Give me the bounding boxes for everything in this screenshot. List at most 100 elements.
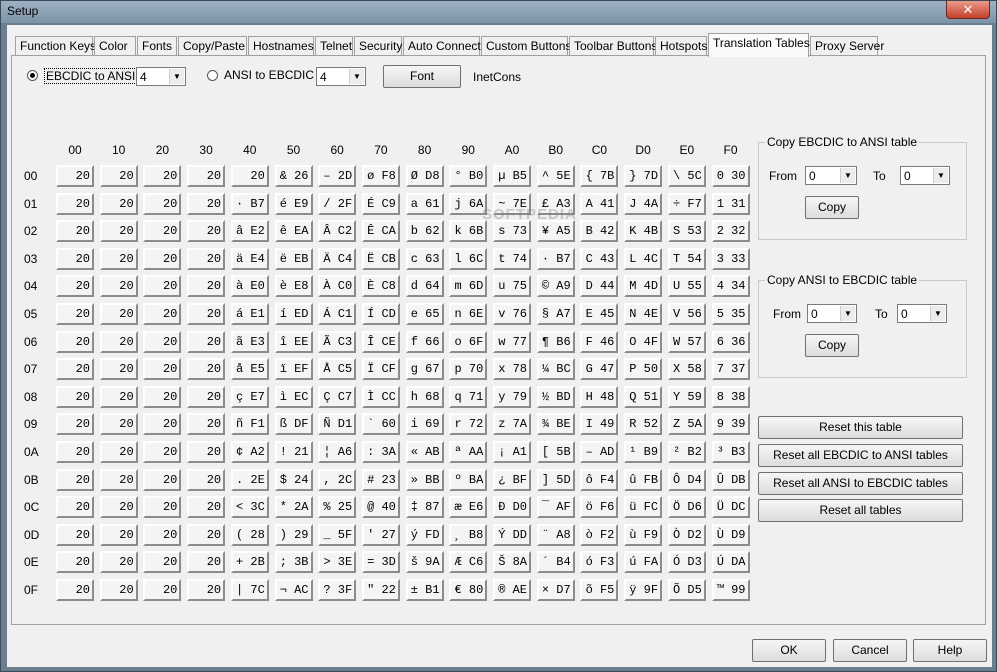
translation-cell[interactable]: s 73	[493, 220, 531, 243]
translation-cell[interactable]: 20	[143, 192, 182, 215]
reset-all-ebcdic-to-ansi-tables-button[interactable]: Reset all EBCDIC to ANSI tables	[758, 443, 963, 467]
translation-cell[interactable]: X 58	[667, 358, 706, 381]
translation-cell[interactable]: 20	[143, 330, 182, 353]
translation-cell[interactable]: v 76	[493, 303, 531, 325]
translation-cell[interactable]: ö F6	[580, 496, 619, 519]
translation-cell[interactable]: Ö D6	[667, 496, 706, 519]
translation-cell[interactable]: 20	[99, 358, 138, 381]
translation-cell[interactable]: V 56	[667, 303, 706, 325]
translation-cell[interactable]: 20	[143, 358, 182, 381]
translation-cell[interactable]: O 4F	[624, 330, 663, 353]
translation-cell[interactable]: Ã C3	[318, 330, 357, 353]
translation-cell[interactable]: 6 36	[711, 330, 750, 353]
tab-copy-paste[interactable]: Copy/Paste	[178, 36, 247, 56]
translation-cell[interactable]: Á C1	[318, 303, 357, 325]
translation-cell[interactable]: x 78	[493, 358, 531, 381]
translation-cell[interactable]: © A9	[536, 275, 575, 298]
translation-cell[interactable]: õ F5	[580, 579, 619, 601]
translation-cell[interactable]: ® AE	[493, 579, 531, 601]
translation-cell[interactable]: 20	[187, 496, 226, 519]
translation-cell[interactable]: 20	[99, 192, 138, 215]
translation-cell[interactable]: ^ 5E	[536, 165, 575, 187]
translation-cell[interactable]: Â C2	[318, 220, 357, 243]
translation-cell[interactable]: · B7	[230, 192, 269, 215]
translation-cell[interactable]: 20	[56, 275, 94, 298]
translation-cell[interactable]: 20	[187, 551, 226, 574]
translation-cell[interactable]: 2 32	[711, 220, 750, 243]
translation-cell[interactable]: 7 37	[711, 358, 750, 381]
copy-a2e-to-select[interactable]: 0 ▼	[897, 304, 947, 323]
translation-cell[interactable]: f 66	[405, 330, 444, 353]
translation-cell[interactable]: H 48	[580, 385, 619, 408]
translation-cell[interactable]: 20	[187, 303, 226, 325]
translation-cell[interactable]: Ä C4	[318, 247, 357, 270]
tab-auto-connect[interactable]: Auto Connect	[403, 36, 481, 56]
translation-cell[interactable]: ô F4	[580, 468, 619, 491]
tab-toolbar-buttons[interactable]: Toolbar Buttons	[569, 36, 657, 56]
translation-cell[interactable]: @ 40	[361, 496, 400, 519]
translation-cell[interactable]: á E1	[230, 303, 269, 325]
translation-cell[interactable]: C 43	[580, 247, 619, 270]
translation-cell[interactable]: $ 24	[274, 468, 313, 491]
translation-cell[interactable]: ½ BD	[536, 385, 575, 408]
translation-cell[interactable]: 9 39	[711, 413, 750, 436]
translation-cell[interactable]: » BB	[405, 468, 444, 491]
translation-cell[interactable]: Ð D0	[493, 496, 531, 519]
translation-cell[interactable]: t 74	[493, 247, 531, 270]
translation-cell[interactable]: ¾ BE	[536, 413, 575, 436]
translation-cell[interactable]: } 7D	[624, 165, 663, 187]
tab-hostnames[interactable]: Hostnames	[248, 36, 314, 56]
translation-cell[interactable]: W 57	[667, 330, 706, 353]
translation-cell[interactable]: r 72	[449, 413, 488, 436]
translation-cell[interactable]: % 25	[318, 496, 357, 519]
translation-cell[interactable]: · B7	[536, 247, 575, 270]
translation-cell[interactable]: Ù D9	[711, 523, 750, 546]
translation-cell[interactable]: À C0	[318, 275, 357, 298]
translation-cell[interactable]: ç E7	[230, 385, 269, 408]
translation-cell[interactable]: ÿ 9F	[624, 579, 663, 601]
copy-e2a-to-select[interactable]: 0 ▼	[900, 166, 950, 185]
ebcdic-to-ansi-label[interactable]: EBCDIC to ANSI	[44, 68, 138, 84]
close-button[interactable]: ✕	[946, 1, 990, 19]
translation-cell[interactable]: æ E6	[449, 496, 488, 519]
translation-cell[interactable]: 20	[187, 247, 226, 270]
translation-cell[interactable]: R 52	[624, 413, 663, 436]
translation-cell[interactable]: 20	[56, 358, 94, 381]
translation-cell[interactable]: 20	[56, 247, 94, 270]
translation-cell[interactable]: Å C5	[318, 358, 357, 381]
translation-cell[interactable]: 20	[187, 192, 226, 215]
translation-cell[interactable]: ² B2	[667, 441, 706, 463]
translation-cell[interactable]: ; 3B	[274, 551, 313, 574]
translation-cell[interactable]: I 49	[580, 413, 619, 436]
translation-cell[interactable]: " 22	[361, 579, 400, 601]
translation-cell[interactable]: Ú DA	[711, 551, 750, 574]
translation-cell[interactable]: y 79	[493, 385, 531, 408]
translation-cell[interactable]: ` 60	[361, 413, 400, 436]
translation-cell[interactable]: 20	[143, 441, 182, 463]
translation-cell[interactable]: 20	[143, 496, 182, 519]
translation-cell[interactable]: 20	[187, 413, 226, 436]
translation-cell[interactable]: 8 38	[711, 385, 750, 408]
translation-cell[interactable]: ë EB	[274, 247, 313, 270]
translation-cell[interactable]: ü FC	[624, 496, 663, 519]
translation-cell[interactable]: J 4A	[624, 192, 663, 215]
translation-cell[interactable]: ¶ B6	[536, 330, 575, 353]
translation-cell[interactable]: 20	[187, 358, 226, 381]
translation-cell[interactable]: ? 3F	[318, 579, 357, 601]
translation-cell[interactable]: Ê CA	[361, 220, 400, 243]
translation-cell[interactable]: Y 59	[667, 385, 706, 408]
translation-cell[interactable]: – 2D	[318, 165, 357, 187]
translation-cell[interactable]: × D7	[536, 579, 575, 601]
tab-proxy-server[interactable]: Proxy Server	[810, 36, 884, 56]
translation-cell[interactable]: > 3E	[318, 551, 357, 574]
translation-cell[interactable]: 20	[143, 579, 182, 601]
translation-cell[interactable]: 20	[143, 275, 182, 298]
translation-cell[interactable]: « AB	[405, 441, 444, 463]
translation-cell[interactable]: d 64	[405, 275, 444, 298]
translation-cell[interactable]: Ï CF	[361, 358, 400, 381]
reset-all-tables-button[interactable]: Reset all tables	[758, 499, 963, 523]
copy-a2e-button[interactable]: Copy	[805, 334, 859, 357]
translation-cell[interactable]: 20	[143, 247, 182, 270]
translation-cell[interactable]: + 2B	[230, 551, 269, 574]
tab-fonts[interactable]: Fonts	[137, 36, 177, 56]
